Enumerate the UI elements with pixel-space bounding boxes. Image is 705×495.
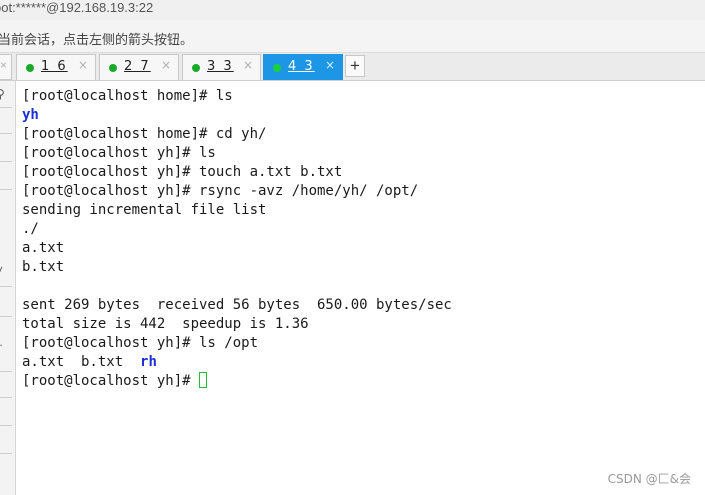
terminal-line: sent 269 bytes received 56 bytes 650.00 … bbox=[22, 297, 452, 313]
terminal-line-directory: yh bbox=[22, 107, 39, 123]
terminal-line: total size is 442 speedup is 1.36 bbox=[22, 316, 309, 332]
more-icon[interactable]: :. bbox=[0, 335, 3, 349]
sidebar-divider bbox=[0, 397, 12, 398]
connected-status-icon bbox=[26, 64, 34, 72]
close-icon[interactable]: × bbox=[0, 58, 7, 72]
chevron-down-icon[interactable]: ˅ bbox=[0, 263, 3, 277]
close-icon[interactable]: × bbox=[161, 58, 171, 72]
text-cursor bbox=[199, 372, 208, 388]
terminal-line: sending incremental file list bbox=[22, 202, 267, 218]
window-title: oot:******@192.168.19.3:22 bbox=[0, 0, 154, 15]
watermark: CSDN @匚&会 bbox=[607, 472, 691, 486]
tab-label: 3 3 bbox=[207, 59, 234, 74]
connected-status-icon bbox=[192, 64, 200, 72]
tab-session-3[interactable]: 3 3 × bbox=[182, 54, 261, 80]
terminal-line: [root@localhost home]# cd yh/ bbox=[22, 126, 267, 142]
window-title-bar: oot:******@192.168.19.3:22 bbox=[0, 0, 705, 20]
close-icon[interactable]: × bbox=[243, 58, 253, 72]
sidebar-divider bbox=[0, 133, 12, 134]
tab-session-4-active[interactable]: 4 3 × bbox=[263, 54, 343, 80]
sidebar-divider bbox=[0, 189, 12, 190]
terminal-line: ./ bbox=[22, 221, 39, 237]
file-list-text: a.txt b.txt bbox=[22, 354, 141, 370]
tab-label: 2 7 bbox=[124, 59, 151, 74]
tab-previous-partial[interactable]: × bbox=[0, 54, 12, 80]
terminal-output[interactable]: [root@localhost home]# ls yh [root@local… bbox=[16, 81, 705, 495]
terminal-line: [root@localhost yh]# ls /opt bbox=[22, 335, 259, 351]
directory-name: rh bbox=[140, 354, 157, 370]
sidebar-divider bbox=[0, 453, 12, 454]
terminal-prompt-line[interactable]: [root@localhost yh]# bbox=[22, 372, 208, 391]
session-hint-bar: 当前会话，点击左侧的箭头按钮。 bbox=[0, 20, 705, 53]
connected-status-icon bbox=[109, 64, 117, 72]
close-icon[interactable]: × bbox=[325, 58, 335, 72]
sidebar-divider bbox=[0, 286, 12, 287]
terminal-line: [root@localhost yh]# ls bbox=[22, 145, 216, 161]
sidebar-divider bbox=[0, 107, 12, 108]
prompt-text: [root@localhost yh]# bbox=[22, 373, 200, 389]
connected-status-icon bbox=[273, 64, 281, 72]
tab-session-2[interactable]: 2 7 × bbox=[99, 54, 179, 80]
close-icon[interactable]: × bbox=[78, 58, 88, 72]
tab-session-1[interactable]: 1 6 × bbox=[16, 54, 96, 80]
search-icon[interactable]: ⚲ bbox=[0, 87, 5, 101]
tab-label: 4 3 bbox=[288, 59, 315, 74]
new-tab-button[interactable]: + bbox=[345, 55, 365, 77]
terminal-line: b.txt bbox=[22, 259, 65, 275]
sidebar-divider bbox=[0, 425, 12, 426]
sidebar-divider bbox=[0, 371, 12, 372]
terminal-line: a.txt bbox=[22, 240, 65, 256]
tab-label: 1 6 bbox=[41, 59, 68, 74]
terminal-line: a.txt b.txt rh bbox=[22, 353, 157, 372]
sidebar-divider bbox=[0, 161, 12, 162]
sidebar-divider bbox=[0, 316, 12, 317]
terminal-line: [root@localhost yh]# rsync -avz /home/yh… bbox=[22, 183, 419, 199]
session-sidebar: ⚲ ˅ :. bbox=[0, 81, 16, 495]
session-hint-text: 当前会话，点击左侧的箭头按钮。 bbox=[0, 33, 194, 48]
session-tab-bar: × 1 6 × 2 7 × 3 3 × 4 3 × + bbox=[0, 53, 705, 81]
terminal-line: [root@localhost home]# ls bbox=[22, 88, 233, 104]
terminal-line: [root@localhost yh]# touch a.txt b.txt bbox=[22, 164, 343, 180]
